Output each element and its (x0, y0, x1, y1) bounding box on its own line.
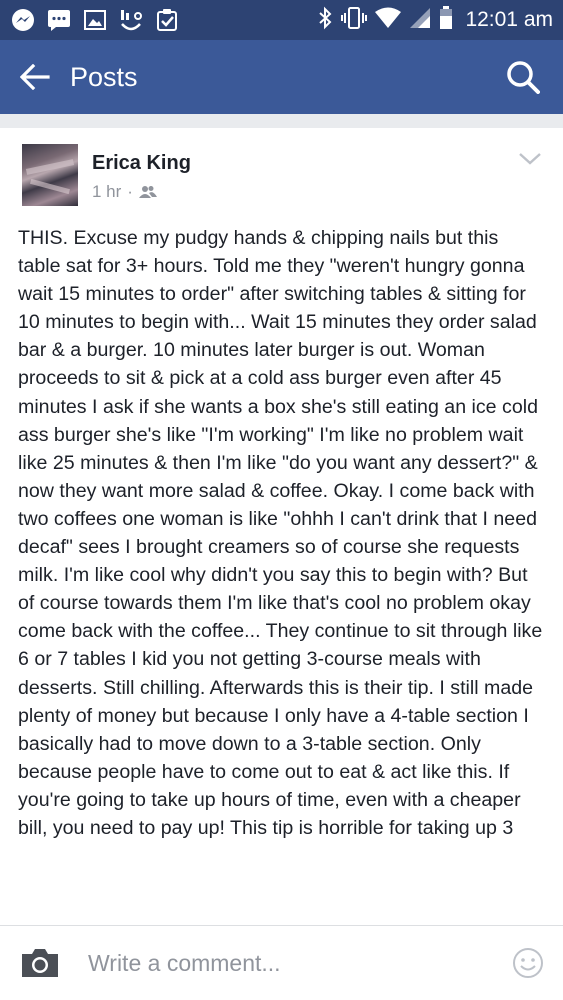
avatar[interactable] (22, 144, 78, 206)
back-button[interactable] (0, 40, 70, 114)
post-time[interactable]: 1 hr (92, 182, 121, 202)
post-text: THIS. Excuse my pudgy hands & chipping n… (18, 227, 543, 839)
comment-bar (0, 925, 563, 1000)
notification-icons (10, 7, 180, 33)
sms-icon (46, 7, 72, 33)
bluetooth-icon (317, 6, 333, 35)
search-icon (507, 61, 540, 94)
emoji-icon (513, 948, 543, 978)
system-icons: 12:01 am (317, 5, 553, 35)
feed-divider (0, 114, 563, 128)
gallery-icon (82, 7, 108, 33)
battery-icon (439, 5, 453, 35)
meta-separator: · (127, 182, 133, 201)
status-bar: 12:01 am (0, 0, 563, 40)
signal-icon (409, 7, 431, 34)
post-meta: 1 hr · (92, 182, 157, 202)
voicemail-icon (118, 7, 144, 33)
comment-input[interactable] (80, 949, 493, 977)
chevron-down-icon[interactable] (517, 148, 543, 168)
vibrate-icon (341, 6, 368, 35)
post-header: Erica King 1 hr · (0, 128, 563, 224)
clipboard-check-icon (154, 7, 180, 33)
back-arrow-icon (20, 64, 50, 90)
author-name[interactable]: Erica King (92, 152, 191, 175)
search-button[interactable] (483, 40, 563, 114)
app-bar: Posts (0, 40, 563, 114)
camera-icon (22, 949, 58, 977)
emoji-button[interactable] (493, 926, 563, 1000)
post-card: Erica King 1 hr · THIS. Excuse my pudgy … (0, 128, 563, 925)
clock: 12:01 am (465, 8, 553, 31)
page-title: Posts (70, 61, 138, 92)
messenger-icon (10, 7, 36, 33)
wifi-icon (375, 7, 402, 34)
camera-button[interactable] (0, 926, 80, 1000)
friends-icon (138, 186, 157, 198)
